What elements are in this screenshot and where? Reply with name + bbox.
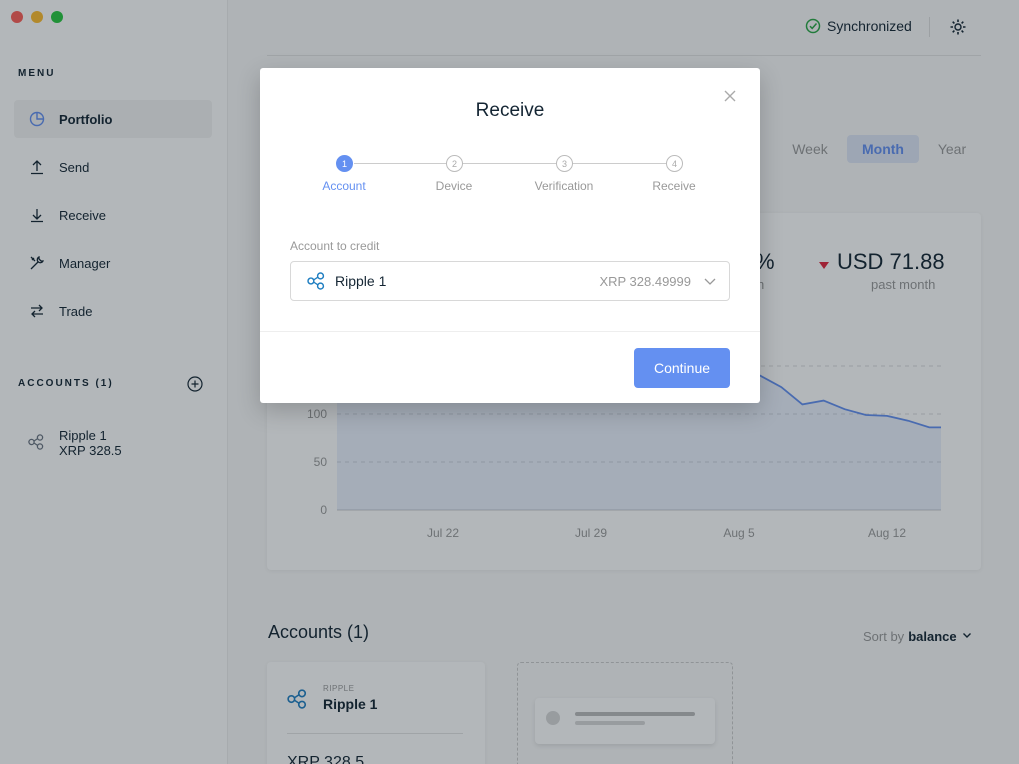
step-1-indicator: 1 — [336, 155, 353, 172]
modal-footer-divider — [260, 331, 760, 332]
account-field-label: Account to credit — [290, 239, 380, 253]
step-3-indicator: 3 — [556, 155, 573, 172]
step-1-label: Account — [322, 179, 366, 193]
account-select[interactable]: Ripple 1 XRP 328.49999 — [290, 261, 730, 301]
step-3-label: Verification — [534, 179, 594, 193]
selected-account-name: Ripple 1 — [335, 273, 387, 289]
stepper-track — [354, 163, 674, 164]
selected-account-balance: XRP 328.49999 — [599, 273, 691, 289]
close-icon[interactable] — [722, 88, 738, 104]
modal-title: Receive — [475, 100, 545, 121]
step-4-label: Receive — [652, 179, 696, 193]
step-2-indicator: 2 — [446, 155, 463, 172]
receive-modal: Receive 1 2 3 4 Account Device Verificat… — [260, 68, 760, 403]
ripple-icon — [307, 272, 325, 290]
step-4-indicator: 4 — [666, 155, 683, 172]
chevron-down-icon — [703, 274, 717, 288]
continue-button[interactable]: Continue — [634, 348, 730, 388]
step-2-label: Device — [435, 179, 473, 193]
